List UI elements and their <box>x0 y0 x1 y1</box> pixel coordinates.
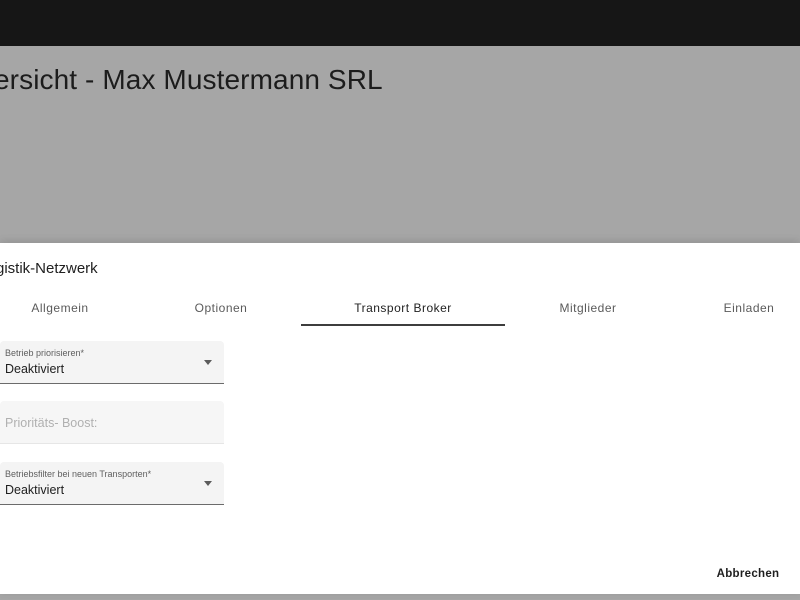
chevron-down-icon[interactable] <box>204 360 212 365</box>
tab-einladen[interactable]: Einladen <box>647 291 800 325</box>
prioritize-label: Betrieb priorisieren* <box>5 348 85 358</box>
page-title: ersicht - Max Mustermann SRL <box>0 64 383 95</box>
priority-boost-placeholder: Prioritäts- Boost: <box>5 416 98 430</box>
operation-filter-select[interactable]: Betriebsfilter bei neuen Transporten* De… <box>0 462 224 505</box>
prioritize-select[interactable]: Betrieb priorisieren* Deaktiviert <box>0 341 224 384</box>
chevron-down-icon[interactable] <box>204 481 212 486</box>
app-top-bar <box>0 0 800 46</box>
cancel-button[interactable]: Abbrechen <box>708 561 788 587</box>
dialog-title: gistik-Netzwerk <box>0 260 98 277</box>
tab-transport-broker[interactable]: Transport Broker <box>301 291 505 325</box>
prioritize-value: Deaktiviert <box>5 362 65 376</box>
operation-filter-value: Deaktiviert <box>5 483 65 497</box>
tab-optionen[interactable]: Optionen <box>119 291 323 325</box>
active-tab-indicator <box>301 324 505 326</box>
logistics-network-dialog: gistik-Netzwerk Allgemein Optionen Trans… <box>0 243 800 594</box>
dialog-tabs: Allgemein Optionen Transport Broker Mitg… <box>0 291 800 325</box>
priority-boost-input[interactable]: Prioritäts- Boost: <box>0 401 224 444</box>
operation-filter-label: Betriebsfilter bei neuen Transporten* <box>5 469 152 479</box>
